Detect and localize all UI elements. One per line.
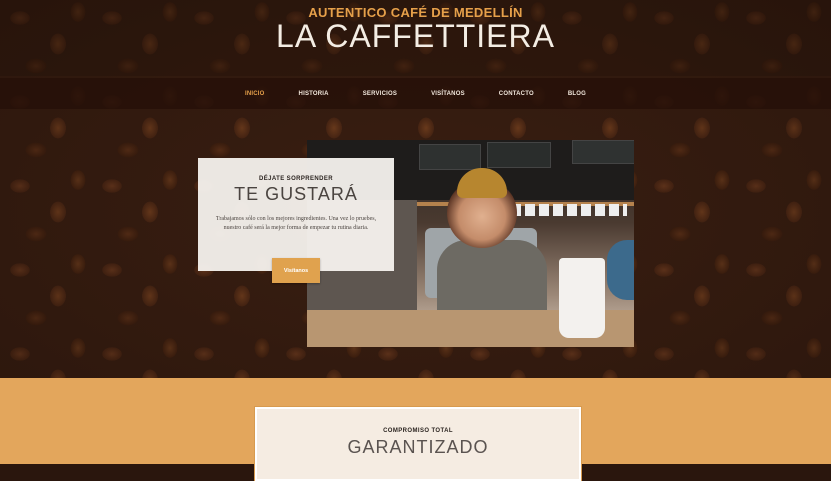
hero-eyebrow: DÉJATE SORPRENDER (258, 176, 334, 182)
nav-item-contacto[interactable]: CONTACTO (499, 91, 534, 97)
hero-body-text: Trabajamos sólo con los mejores ingredie… (215, 216, 377, 231)
nav-item-inicio[interactable]: INICIO (245, 91, 265, 97)
nav-item-blog[interactable]: BLOG (568, 91, 586, 97)
photo-menu-board (572, 140, 634, 164)
promise-card: COMPROMISO TOTAL GARANTIZADO (255, 407, 581, 481)
photo-menu-board (487, 142, 551, 168)
main-navigation: INICIO HISTORIA SERVICIOS VISÍTANOS CONT… (0, 78, 831, 109)
hero-card: DÉJATE SORPRENDER TE GUSTARÁ Trabajamos … (198, 158, 394, 271)
visit-button[interactable]: Visítanos (272, 258, 320, 283)
photo-cup (559, 258, 605, 338)
promise-headline: GARANTIZADO (347, 437, 489, 457)
promise-eyebrow: COMPROMISO TOTAL (383, 428, 453, 434)
photo-menu-board (419, 144, 481, 170)
photo-customer-arm (607, 240, 634, 300)
nav-item-visitanos[interactable]: VISÍTANOS (431, 91, 465, 97)
site-brand-title[interactable]: LA CAFFETTIERA (0, 18, 831, 55)
nav-item-servicios[interactable]: SERVICIOS (363, 91, 397, 97)
nav-item-historia[interactable]: HISTORIA (299, 91, 329, 97)
hero-headline: TE GUSTARÁ (234, 184, 358, 204)
